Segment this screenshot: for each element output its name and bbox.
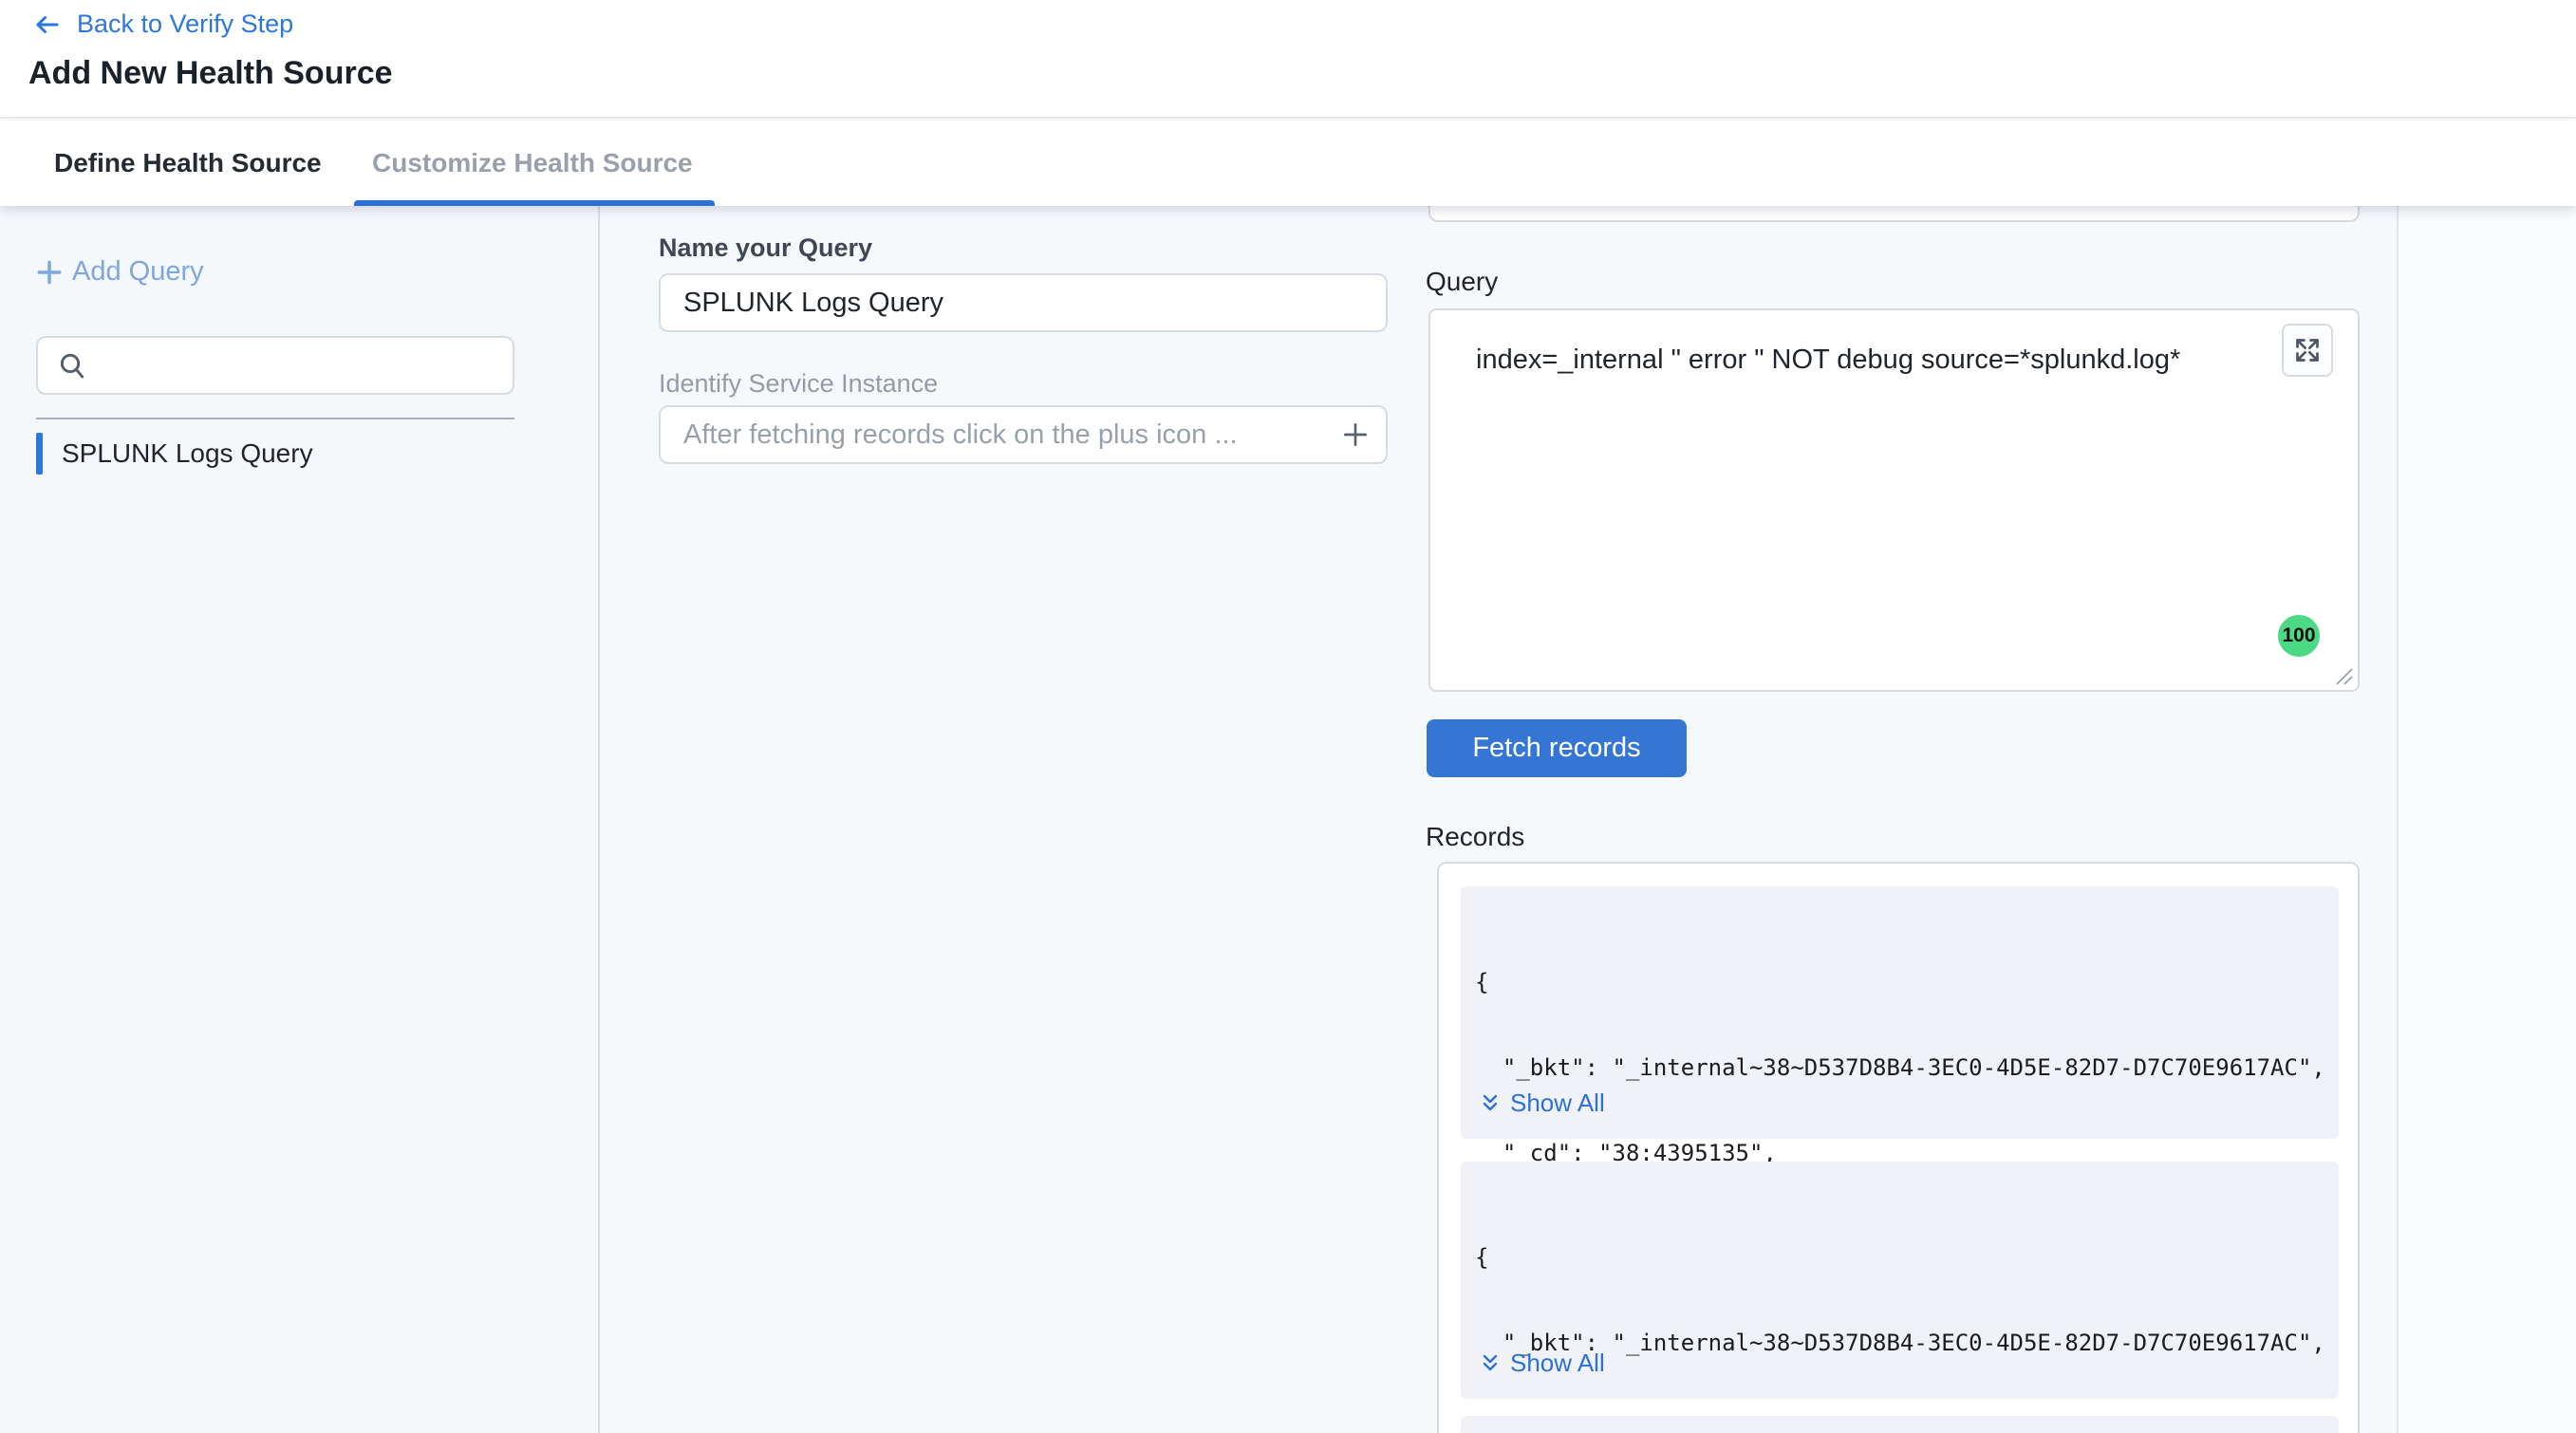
show-all-link[interactable]: Show All: [1479, 1089, 1605, 1118]
arrow-left-icon: [33, 10, 62, 39]
query-text: index=_internal " error " NOT debug sour…: [1476, 344, 2180, 376]
add-service-instance-button[interactable]: [1336, 418, 1374, 452]
add-health-source-page: Back to Verify Step Add New Health Sourc…: [0, 0, 2576, 1433]
record-line: {: [1475, 968, 2325, 996]
record-card: { "_bkt": "_internal~38~D537D8B4-3EC0-4D…: [1461, 886, 2339, 1139]
search-icon: [57, 350, 87, 381]
query-label: Query: [1426, 267, 1498, 297]
selected-item-bar: [36, 433, 43, 475]
query-item-label: SPLUNK Logs Query: [62, 438, 313, 469]
page-title: Add New Health Source: [28, 55, 393, 92]
resize-grip-icon[interactable]: [2333, 665, 2354, 686]
query-search-box: [36, 336, 514, 395]
record-line: {: [1475, 1243, 2325, 1272]
records-label: Records: [1426, 822, 1524, 852]
back-link-label: Back to Verify Step: [77, 9, 293, 39]
double-chevron-down-icon: [1479, 1092, 1502, 1115]
show-all-label: Show All: [1510, 1349, 1605, 1378]
name-query-label: Name your Query: [659, 233, 872, 263]
fetch-records-button[interactable]: Fetch records: [1427, 719, 1687, 777]
back-link[interactable]: Back to Verify Step: [33, 9, 293, 39]
record-card: { "_bkt": "_internal~38~D537D8B4-3EC0-4D…: [1461, 1162, 2339, 1399]
add-query-button[interactable]: Add Query: [34, 256, 204, 288]
query-editor[interactable]: index=_internal " error " NOT debug sour…: [1428, 308, 2360, 692]
query-sidebar: Add Query SPLUNK Logs Query: [0, 206, 600, 1433]
double-chevron-down-icon: [1479, 1352, 1502, 1375]
record-json: { "_bkt": "_internal~38~D537D8B4-3EC0-4D…: [1475, 1186, 2325, 1433]
service-instance-field: [659, 405, 1388, 464]
content-area: Add Query SPLUNK Logs Query Name your Qu…: [0, 206, 2576, 1433]
show-all-link[interactable]: Show All: [1479, 1349, 1605, 1378]
maximize-icon: [2294, 337, 2321, 363]
expand-query-button[interactable]: [2282, 324, 2333, 377]
active-tab-indicator: [354, 200, 715, 206]
record-card-partial: [1461, 1416, 2339, 1433]
service-instance-input[interactable]: [659, 405, 1388, 464]
tab-define-health-source[interactable]: Define Health Source: [54, 121, 322, 206]
sidebar-divider: [36, 418, 514, 419]
query-name-input[interactable]: [659, 273, 1388, 332]
query-list-item-splunk-logs[interactable]: SPLUNK Logs Query: [36, 433, 313, 475]
record-line: "_bkt": "_internal~38~D537D8B4-3EC0-4D5E…: [1475, 1053, 2325, 1082]
show-all-label: Show All: [1510, 1089, 1605, 1118]
tab-bar: Define Health Source Customize Health So…: [0, 121, 2576, 206]
add-query-label: Add Query: [72, 256, 204, 288]
page-header: Back to Verify Step Add New Health Sourc…: [0, 0, 2576, 119]
tab-customize-health-source[interactable]: Customize Health Source: [372, 121, 693, 206]
records-panel: { "_bkt": "_internal~38~D537D8B4-3EC0-4D…: [1437, 862, 2360, 1433]
record-count-badge: 100: [2278, 615, 2320, 657]
plus-icon: [34, 257, 65, 288]
right-margin: [2399, 206, 2576, 1433]
plus-icon: [1340, 419, 1371, 450]
query-search-input[interactable]: [87, 338, 513, 393]
identify-service-instance-label: Identify Service Instance: [659, 369, 938, 399]
